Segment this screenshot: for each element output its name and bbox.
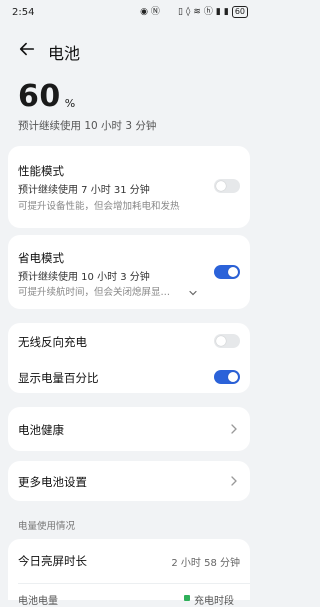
- more-battery-settings-row[interactable]: 更多电池设置: [8, 461, 250, 501]
- toggles-card: 无线反向充电 显示电量百分比: [8, 323, 250, 393]
- expand-chevron-icon[interactable]: [188, 283, 198, 296]
- nfc-icon: Ⓝ: [150, 6, 160, 17]
- charging-legend-swatch: [184, 595, 190, 601]
- usage-section-label: 电量使用情况: [18, 521, 76, 532]
- battery-percent-display: 60 %: [18, 82, 75, 112]
- show-percentage-toggle[interactable]: [214, 370, 240, 384]
- toggle-knob: [216, 181, 226, 191]
- battery-health-title: 电池健康: [18, 423, 64, 437]
- eye-icon: ◉: [140, 6, 148, 17]
- chevron-right-icon: [230, 423, 238, 435]
- header: 电池: [0, 34, 258, 64]
- toggle-knob: [228, 267, 238, 277]
- power-saving-desc: 可提升续航时间，但会关闭熄屏显…: [18, 287, 171, 298]
- wireless-reverse-title: 无线反向充电: [18, 335, 87, 349]
- battery-health-row[interactable]: 电池健康: [8, 407, 250, 451]
- wifi-icon: ≋: [193, 6, 201, 17]
- back-arrow-icon: [19, 42, 35, 56]
- show-percentage-row[interactable]: 显示电量百分比: [8, 358, 250, 393]
- status-time: 2:54: [12, 6, 35, 18]
- power-saving-toggle[interactable]: [214, 265, 240, 279]
- screen-on-time-value: 2 小时 58 分钟: [171, 558, 240, 569]
- power-saving-sub: 预计继续使用 10 小时 3 分钟: [18, 272, 150, 283]
- performance-mode-toggle[interactable]: [214, 179, 240, 193]
- vibrate-icon: ▯: [177, 6, 183, 17]
- divider: [18, 583, 250, 584]
- toggle-knob: [228, 372, 238, 382]
- signal-icon: ▮: [215, 6, 221, 17]
- screen-on-time-title: 今日亮屏时长: [18, 554, 87, 568]
- page-title: 电池: [48, 44, 81, 63]
- back-button[interactable]: [16, 38, 38, 60]
- usage-card: 今日亮屏时长 2 小时 58 分钟 电池电量 充电时段: [8, 539, 250, 607]
- mute-icon: ◊: [185, 6, 191, 17]
- wireless-reverse-toggle[interactable]: [214, 334, 240, 348]
- power-saving-title: 省电模式: [18, 251, 64, 265]
- toggle-knob: [216, 336, 226, 346]
- performance-mode-desc: 可提升设备性能，但会增加耗电和发热: [18, 201, 180, 212]
- performance-mode-card[interactable]: 性能模式 预计继续使用 7 小时 31 分钟 可提升设备性能，但会增加耗电和发热: [8, 146, 250, 228]
- show-percentage-title: 显示电量百分比: [18, 371, 99, 385]
- status-system-icons: ▯ ◊ ≋ ⓗ ▮ ▮ 60: [178, 6, 248, 18]
- battery-remaining-time: 预计继续使用 10 小时 3 分钟: [18, 120, 157, 132]
- power-saving-card[interactable]: 省电模式 预计继续使用 10 小时 3 分钟 可提升续航时间，但会关闭熄屏显…: [8, 235, 250, 309]
- wireless-reverse-row[interactable]: 无线反向充电: [8, 323, 250, 358]
- hd-icon: ⓗ: [203, 6, 213, 17]
- performance-mode-sub: 预计继续使用 7 小时 31 分钟: [18, 185, 150, 196]
- status-left-icons: ◉ Ⓝ: [140, 6, 160, 17]
- status-right: ◉ Ⓝ ▯ ◊ ≋ ⓗ ▮ ▮ 60: [140, 6, 248, 18]
- battery-percent-unit: %: [64, 97, 76, 110]
- battery-icon: 60: [231, 6, 248, 18]
- signal-icon: ▮: [223, 6, 229, 17]
- status-bar: 2:54 ◉ Ⓝ ▯ ◊ ≋ ⓗ ▮ ▮ 60: [0, 0, 258, 24]
- chevron-right-icon: [230, 475, 238, 487]
- performance-mode-title: 性能模式: [18, 164, 64, 178]
- more-battery-settings-title: 更多电池设置: [18, 475, 87, 489]
- battery-percent-value: 60: [18, 79, 61, 114]
